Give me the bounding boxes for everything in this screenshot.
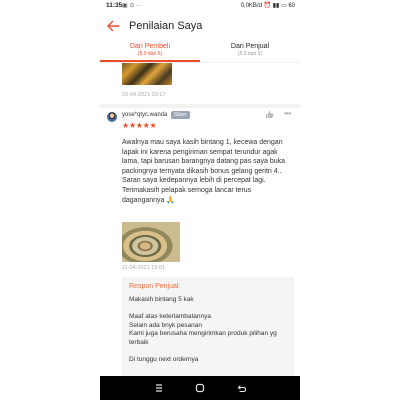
status-bar: 11:35 ▣ ⊙ ··· 0,0KB/d ⏰ ▮▮ ▭ 60 (100, 0, 300, 12)
phone-screen: 11:35 ▣ ⊙ ··· 0,0KB/d ⏰ ▮▮ ▭ 60 Penilaia… (100, 0, 300, 400)
active-tab-indicator (100, 60, 200, 62)
tab-bar: Dari Pembeli (5.0 dari 5) Dari Penjual (… (100, 40, 300, 63)
avatar (107, 112, 117, 122)
thumbs-up-icon[interactable] (265, 110, 274, 119)
status-time: 11:35 (106, 2, 123, 9)
tab-rating: (5.0 dari 5) (237, 51, 263, 57)
tab-label: Dari Penjual (230, 43, 270, 50)
seller-response-line: Makasih bintang 5 kak (129, 296, 194, 303)
status-badge: Silver (171, 111, 190, 119)
seller-response-line: Selain ada bnyk pesanan (129, 321, 203, 329)
review-divider (100, 104, 300, 108)
seller-response-label: Respon Penjual: (129, 283, 181, 290)
page-title: Penilaian Saya (129, 20, 203, 32)
app-bar: Penilaian Saya (100, 12, 300, 40)
seller-response: Respon Penjual: Makasih bintang 5 kak Ma… (122, 277, 294, 376)
nav-back-icon[interactable] (237, 383, 247, 393)
seller-response-text: Makasih bintang 5 kak Maaf atas keterlam… (129, 296, 289, 365)
review-photo[interactable] (122, 222, 180, 262)
review-timestamp: 11-04-2021 15:01 (122, 265, 166, 271)
seller-response-line: Di tunggu next ordernya (129, 355, 199, 363)
arrow-left-icon[interactable] (106, 19, 120, 33)
system-nav-bar (100, 376, 300, 400)
status-right-indicators: 0,0KB/d ⏰ ▮▮ ▭ 60 (240, 3, 295, 9)
star-rating: ★★★★★ (122, 121, 157, 130)
tab-rating: (5.0 dari 5) (137, 51, 163, 57)
previous-review-timestamp: 20-04-2021 20:17 (122, 92, 166, 98)
more-options-icon[interactable]: ••• (284, 109, 291, 118)
review-text: Awalnya mau saya kasih bintang 1, kecewa… (122, 139, 286, 204)
status-notification-icons: ▣ ⊙ ··· (122, 3, 143, 9)
seller-response-line: Kami juga berusaha mengirimkan produk pi… (129, 330, 277, 347)
reviewer-username: yose*qtyc.wanda (122, 112, 168, 118)
home-icon[interactable] (195, 383, 205, 393)
tab-dari-pembeli[interactable]: Dari Pembeli (5.0 dari 5) (100, 43, 200, 57)
seller-response-line: Maaf atas keterlambatannya (129, 312, 212, 320)
tab-dari-penjual[interactable]: Dari Penjual (5.0 dari 5) (200, 43, 300, 57)
tab-label: Dari Pembeli (129, 43, 171, 50)
reviews-list: 20-04-2021 20:17 yose*qtyc.wanda Silver … (100, 63, 300, 376)
recents-icon[interactable] (154, 383, 164, 393)
previous-review-photo[interactable] (122, 63, 172, 85)
